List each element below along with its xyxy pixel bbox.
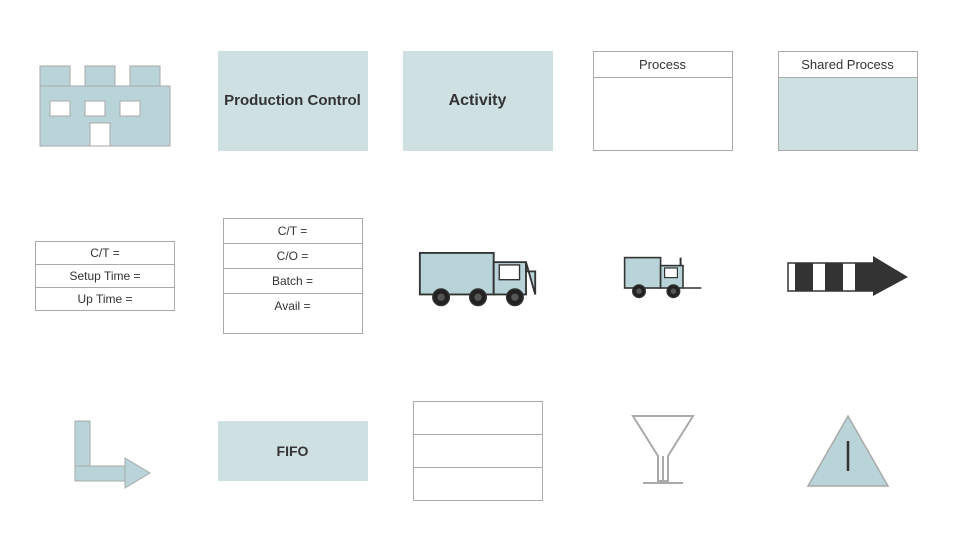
large-data-cell: C/T = C/O = Batch = Avail = bbox=[200, 183, 385, 368]
small-data-row1: C/T = bbox=[36, 242, 174, 265]
small-data-box: C/T = Setup Time = Up Time = bbox=[35, 241, 175, 311]
signal-icon bbox=[613, 401, 713, 501]
small-truck-cell bbox=[570, 183, 755, 368]
small-data-row2: Setup Time = bbox=[36, 265, 174, 288]
process-inner bbox=[594, 77, 732, 150]
large-data-row3: Batch = bbox=[224, 269, 362, 294]
process-box: Process bbox=[593, 51, 733, 151]
small-data-cell: C/T = Setup Time = Up Time = bbox=[10, 183, 200, 368]
production-control-box: Production Control bbox=[218, 51, 368, 151]
large-data-row4: Avail = bbox=[224, 294, 362, 333]
large-data-box: C/T = C/O = Batch = Avail = bbox=[223, 218, 363, 334]
fifo-box: FIFO bbox=[218, 421, 368, 481]
production-control-label: Production Control bbox=[224, 92, 361, 109]
process-cell: Process bbox=[570, 18, 755, 183]
factory-cell bbox=[10, 18, 200, 183]
inventory-cell bbox=[385, 368, 570, 533]
inventory-row3 bbox=[414, 468, 542, 500]
production-control-cell: Production Control bbox=[200, 18, 385, 183]
large-truck-icon bbox=[418, 236, 538, 316]
shared-process-label: Shared Process bbox=[801, 57, 894, 72]
fifo-label: FIFO bbox=[277, 443, 309, 459]
activity-box: Activity bbox=[403, 51, 553, 151]
process-label: Process bbox=[639, 57, 686, 72]
small-truck-icon bbox=[623, 246, 703, 306]
inventory-row1 bbox=[414, 402, 542, 435]
signal-cell bbox=[570, 368, 755, 533]
large-data-row1: C/T = bbox=[224, 219, 362, 244]
shared-process-inner bbox=[779, 77, 917, 150]
small-data-row3: Up Time = bbox=[36, 288, 174, 310]
inventory-box bbox=[413, 401, 543, 501]
shared-process-box: Shared Process bbox=[778, 51, 918, 151]
triangle-icon bbox=[798, 401, 898, 501]
withdraw-cell bbox=[10, 368, 200, 533]
large-data-row2: C/O = bbox=[224, 244, 362, 269]
factory-icon bbox=[30, 51, 180, 151]
inventory-row2 bbox=[414, 435, 542, 468]
push-arrow-cell bbox=[755, 183, 940, 368]
triangle-cell bbox=[755, 368, 940, 533]
push-arrow-icon bbox=[783, 251, 913, 301]
fifo-cell: FIFO bbox=[200, 368, 385, 533]
shared-process-cell: Shared Process bbox=[755, 18, 940, 183]
large-truck-cell bbox=[385, 183, 570, 368]
activity-cell: Activity bbox=[385, 18, 570, 183]
withdraw-icon bbox=[55, 401, 155, 501]
activity-label: Activity bbox=[449, 92, 507, 110]
